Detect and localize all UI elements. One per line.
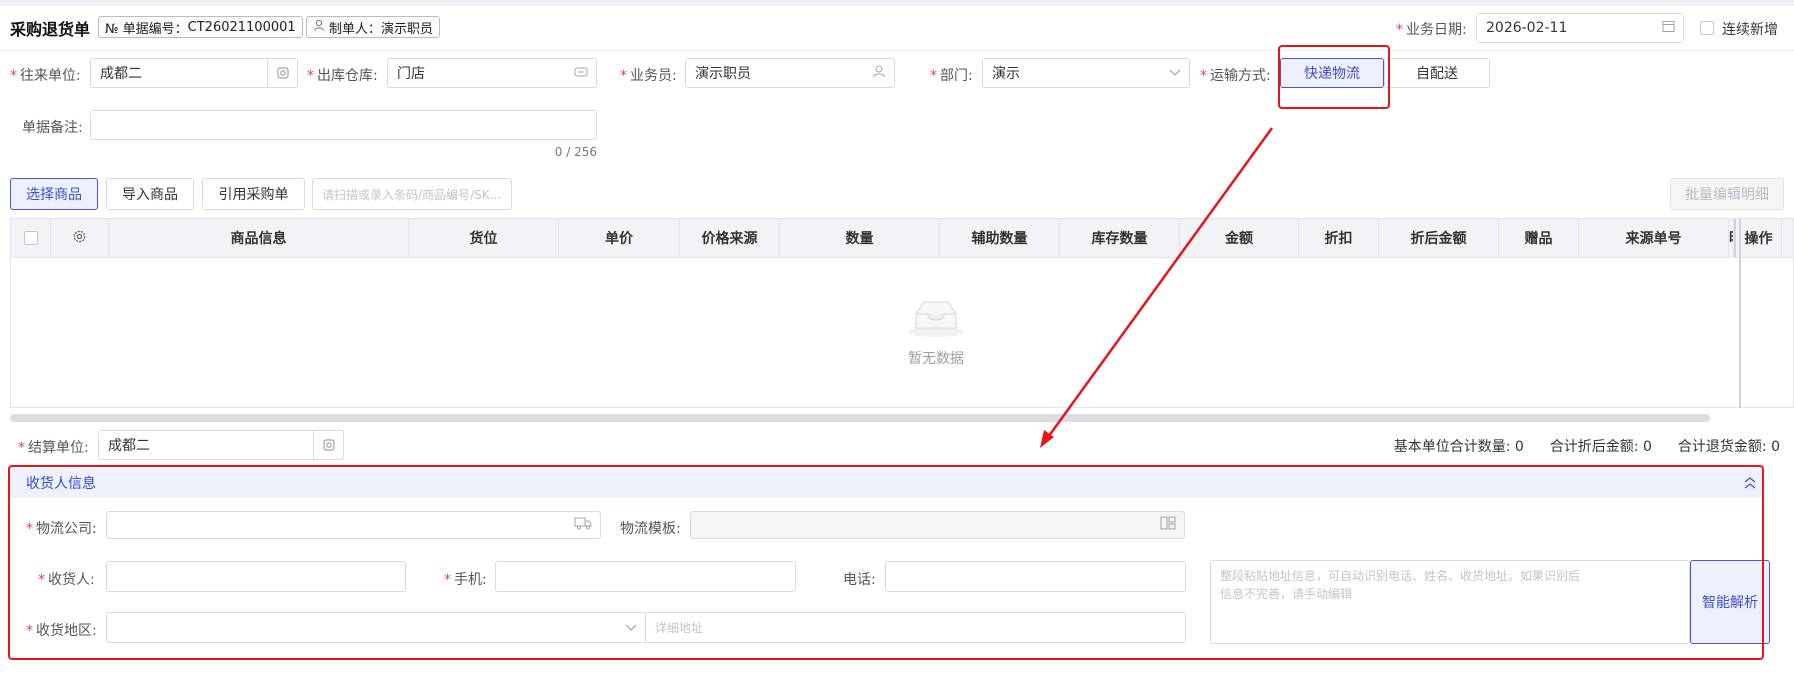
creator-label: 制单人： bbox=[329, 21, 382, 37]
warehouse-input[interactable]: 门店 bbox=[387, 58, 597, 88]
shipping-self-delivery-button[interactable]: 自配送 bbox=[1384, 58, 1490, 88]
shipping-express-button[interactable]: 快递物流 bbox=[1280, 58, 1384, 88]
user-icon bbox=[313, 19, 327, 35]
remark-textarea[interactable] bbox=[90, 110, 597, 140]
phone-input[interactable] bbox=[885, 561, 1186, 592]
dept-label: * 部门: bbox=[930, 68, 973, 84]
horizontal-scrollbar[interactable] bbox=[10, 414, 1794, 422]
person-icon bbox=[872, 64, 886, 82]
smart-paste-textarea[interactable]: 整段粘贴地址信息，可自动识别电话、姓名、收货地址。如果识别后信息不完善，请手动编… bbox=[1210, 560, 1690, 644]
scan-input[interactable]: 请扫描或录入条码/商品编号/SK... bbox=[312, 178, 512, 210]
truck-icon bbox=[574, 516, 592, 534]
chevron-down-icon bbox=[1169, 65, 1181, 81]
col-location: 货位 bbox=[409, 219, 559, 257]
salesman-label: * 业务员: bbox=[620, 68, 677, 84]
logistics-template-label: 物流模板: bbox=[620, 521, 681, 537]
consignee-section-header[interactable]: 收货人信息 bbox=[10, 468, 1764, 498]
col-aux-quantity: 辅助数量 bbox=[940, 219, 1060, 257]
region-chevron-down-icon bbox=[625, 620, 637, 636]
doc-number-label: № 单据编号： bbox=[105, 21, 188, 37]
region-select[interactable] bbox=[106, 612, 646, 643]
biz-date-label: * 业务日期: bbox=[1396, 22, 1467, 38]
select-all-checkbox[interactable] bbox=[23, 231, 38, 245]
salesman-value: 演示职员 bbox=[695, 66, 751, 82]
consignee-section-title: 收货人信息 bbox=[26, 476, 96, 492]
phone-label: 电话: bbox=[843, 572, 876, 588]
table-body: 暂无数据 bbox=[10, 218, 1794, 408]
biz-date-input[interactable]: 2026-02-11 bbox=[1476, 13, 1684, 43]
smart-paste-placeholder: 整段粘贴地址信息，可自动识别电话、姓名、收货地址。如果识别后信息不完善，请手动编… bbox=[1220, 569, 1581, 601]
horizontal-scroll-thumb[interactable] bbox=[10, 414, 1710, 422]
logistics-template-input[interactable] bbox=[690, 511, 1185, 539]
sum-return: 合计退货金额: 0 bbox=[1677, 439, 1780, 455]
scan-placeholder: 请扫描或录入条码/商品编号/SK... bbox=[322, 187, 502, 202]
logistics-company-input[interactable] bbox=[106, 511, 601, 539]
totals-summary: 基本单位合计数量: 0 合计折后金额: 0 合计退货金额: 0 bbox=[1394, 436, 1780, 456]
empty-inbox-icon bbox=[906, 296, 966, 342]
page-title: 采购退货单 bbox=[10, 20, 91, 39]
doc-number-tag: № 单据编号： CT26021100001 bbox=[98, 16, 303, 38]
top-strip bbox=[0, 0, 1794, 6]
biz-date-value: 2026-02-11 bbox=[1486, 20, 1568, 36]
partner-label: * 往来单位: bbox=[10, 68, 81, 84]
calendar-icon bbox=[1662, 20, 1675, 37]
col-stock-quantity: 库存数量 bbox=[1060, 219, 1180, 257]
address-input[interactable]: 详细地址 bbox=[645, 612, 1186, 643]
header-divider bbox=[0, 50, 1794, 51]
column-settings-cell bbox=[51, 219, 109, 257]
remark-counter: 0 / 256 bbox=[554, 145, 597, 159]
address-placeholder: 详细地址 bbox=[655, 621, 704, 635]
dept-select[interactable]: 演示 bbox=[982, 58, 1190, 88]
doc-number-value: CT26021100001 bbox=[187, 19, 296, 35]
settlement-picker-icon[interactable] bbox=[313, 431, 343, 459]
sum-discounted: 合计折后金额: 0 bbox=[1549, 439, 1652, 455]
dept-value: 演示 bbox=[992, 66, 1020, 82]
select-goods-button[interactable]: 选择商品 bbox=[10, 178, 98, 210]
template-icon bbox=[1160, 516, 1176, 534]
logistics-company-label: * 物流公司: bbox=[26, 521, 97, 537]
empty-text: 暂无数据 bbox=[908, 351, 964, 367]
col-price-source: 价格来源 bbox=[680, 219, 780, 257]
fixed-column-divider bbox=[1739, 218, 1741, 408]
warehouse-label: * 出库仓库: bbox=[307, 68, 378, 84]
warehouse-value: 门店 bbox=[397, 66, 425, 82]
sum-qty: 基本单位合计数量: 0 bbox=[1393, 439, 1524, 455]
col-source-no: 来源单号 bbox=[1579, 219, 1729, 257]
import-goods-button[interactable]: 导入商品 bbox=[106, 178, 194, 210]
warehouse-icon bbox=[574, 65, 588, 81]
col-quantity: 数量 bbox=[780, 219, 940, 257]
partner-picker-icon[interactable] bbox=[267, 59, 297, 87]
shipping-label: * 运输方式: bbox=[1200, 68, 1271, 84]
mobile-input[interactable] bbox=[495, 561, 796, 592]
col-gift: 赠品 bbox=[1499, 219, 1579, 257]
partner-input[interactable]: 成都二 bbox=[90, 58, 298, 88]
quote-po-button[interactable]: 引用采购单 bbox=[202, 178, 305, 210]
col-discount: 折扣 bbox=[1299, 219, 1379, 257]
region-label: * 收货地区: bbox=[26, 623, 97, 639]
col-discounted-amount: 折后金额 bbox=[1379, 219, 1499, 257]
partner-value: 成都二 bbox=[100, 66, 142, 82]
settlement-label: * 结算单位: bbox=[18, 440, 89, 456]
continuous-add-checkbox[interactable] bbox=[1700, 21, 1714, 35]
col-amount: 金额 bbox=[1180, 219, 1299, 257]
mobile-label: * 手机: bbox=[444, 572, 487, 588]
receiver-input[interactable] bbox=[106, 561, 406, 592]
continuous-add-label: 连续新增 bbox=[1722, 22, 1778, 38]
collapse-up-icon[interactable] bbox=[1744, 476, 1756, 494]
settlement-value: 成都二 bbox=[108, 438, 150, 454]
settlement-input[interactable]: 成都二 bbox=[98, 430, 344, 460]
col-actions: 操作 bbox=[1734, 219, 1782, 257]
gear-icon[interactable] bbox=[72, 229, 87, 248]
smart-parse-button[interactable]: 智能解析 bbox=[1690, 560, 1770, 644]
select-all-cell bbox=[11, 219, 51, 257]
col-unit-price: 单价 bbox=[559, 219, 680, 257]
creator-value: 演示职员 bbox=[381, 21, 434, 37]
creator-tag: 制单人： 演示职员 bbox=[306, 16, 441, 38]
table-header: 商品信息 货位 单价 价格来源 数量 辅助数量 库存数量 金额 折扣 折后金额 … bbox=[10, 218, 1794, 258]
receiver-label: * 收货人: bbox=[38, 572, 95, 588]
remark-label: 单据备注: bbox=[22, 120, 83, 136]
col-goods-info: 商品信息 bbox=[109, 219, 409, 257]
salesman-input[interactable]: 演示职员 bbox=[685, 58, 895, 88]
batch-edit-button[interactable]: 批量编辑明细 bbox=[1670, 178, 1784, 210]
